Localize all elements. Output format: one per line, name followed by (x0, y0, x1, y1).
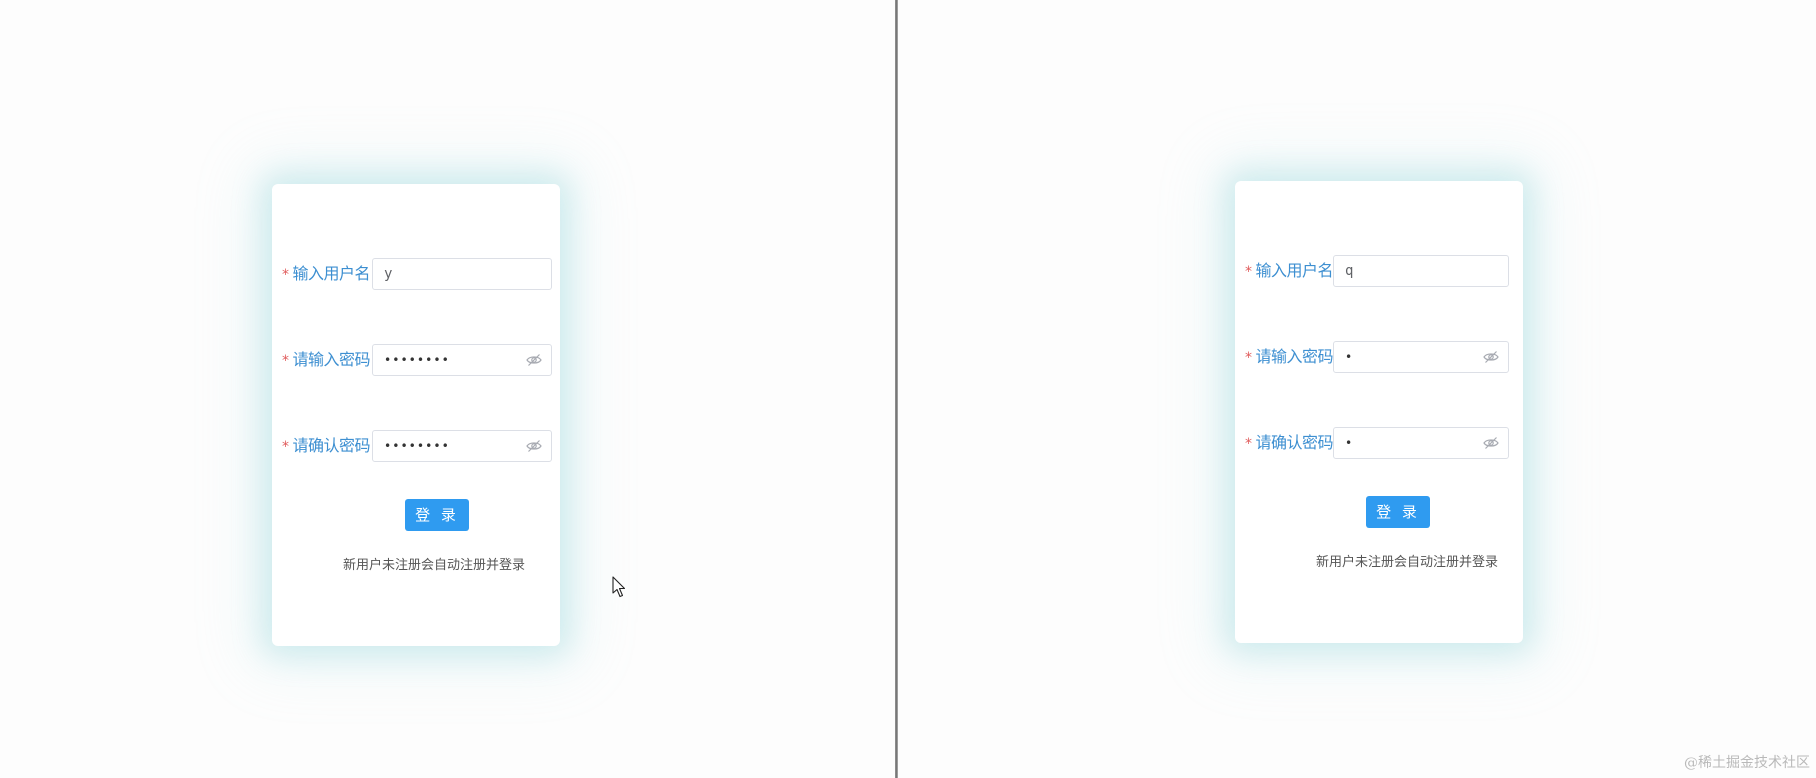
username-input-value: y (384, 266, 393, 282)
password-input-value: •••••••• (384, 353, 450, 367)
required-marker: * (282, 353, 289, 369)
username-label: * 输入用户名 (282, 258, 371, 290)
confirm-password-input-value: • (1345, 436, 1354, 450)
required-marker: * (1245, 264, 1252, 280)
password-input[interactable]: • (1333, 341, 1509, 373)
confirm-password-row: * 请确认密码 • (1235, 427, 1523, 459)
confirm-password-label-text: 请确认密码 (292, 436, 371, 455)
username-label-text: 输入用户名 (292, 264, 371, 283)
confirm-password-row: * 请确认密码 •••••••• (272, 430, 560, 462)
auto-register-hint: 新用户未注册会自动注册并登录 (1315, 555, 1498, 570)
login-card-right: * 输入用户名 q * 请输入密码 • * 请确认密码 • 登 录 新用户未注册… (1235, 181, 1523, 643)
username-input-value: q (1345, 263, 1354, 279)
watermark: @稀土掘金技术社区 (1684, 755, 1810, 771)
auto-register-hint: 新用户未注册会自动注册并登录 (342, 558, 525, 573)
panel-divider (895, 0, 898, 778)
eye-slash-icon[interactable] (526, 353, 542, 367)
eye-slash-icon[interactable] (1483, 436, 1499, 450)
password-label-text: 请输入密码 (1255, 347, 1334, 366)
eye-slash-icon[interactable] (526, 439, 542, 453)
password-row: * 请输入密码 •••••••• (272, 344, 560, 376)
right-panel: * 输入用户名 q * 请输入密码 • * 请确认密码 • 登 录 新用户未注册… (900, 0, 1816, 778)
password-label: * 请输入密码 (1245, 341, 1334, 373)
login-button[interactable]: 登 录 (1366, 496, 1430, 528)
username-input[interactable]: q (1333, 255, 1509, 287)
required-marker: * (1245, 350, 1252, 366)
confirm-password-input-value: •••••••• (384, 439, 450, 453)
confirm-password-label: * 请确认密码 (1245, 427, 1334, 459)
eye-slash-icon[interactable] (1483, 350, 1499, 364)
left-panel: * 输入用户名 y * 请输入密码 •••••••• * 请确认密码 •••••… (0, 0, 895, 778)
required-marker: * (282, 439, 289, 455)
password-row: * 请输入密码 • (1235, 341, 1523, 373)
confirm-password-input[interactable]: •••••••• (372, 430, 552, 462)
confirm-password-label: * 请确认密码 (282, 430, 371, 462)
confirm-password-input[interactable]: • (1333, 427, 1509, 459)
username-row: * 输入用户名 y (272, 258, 560, 290)
username-label-text: 输入用户名 (1255, 261, 1334, 280)
password-input-value: • (1345, 350, 1354, 364)
screen: * 输入用户名 y * 请输入密码 •••••••• * 请确认密码 •••••… (0, 0, 1816, 778)
password-input[interactable]: •••••••• (372, 344, 552, 376)
username-input[interactable]: y (372, 258, 552, 290)
username-row: * 输入用户名 q (1235, 255, 1523, 287)
login-button[interactable]: 登 录 (405, 499, 469, 531)
required-marker: * (282, 267, 289, 283)
login-card-left: * 输入用户名 y * 请输入密码 •••••••• * 请确认密码 •••••… (272, 184, 560, 646)
password-label: * 请输入密码 (282, 344, 371, 376)
confirm-password-label-text: 请确认密码 (1255, 433, 1334, 452)
mouse-pointer-icon (612, 576, 626, 598)
username-label: * 输入用户名 (1245, 255, 1334, 287)
required-marker: * (1245, 436, 1252, 452)
password-label-text: 请输入密码 (292, 350, 371, 369)
